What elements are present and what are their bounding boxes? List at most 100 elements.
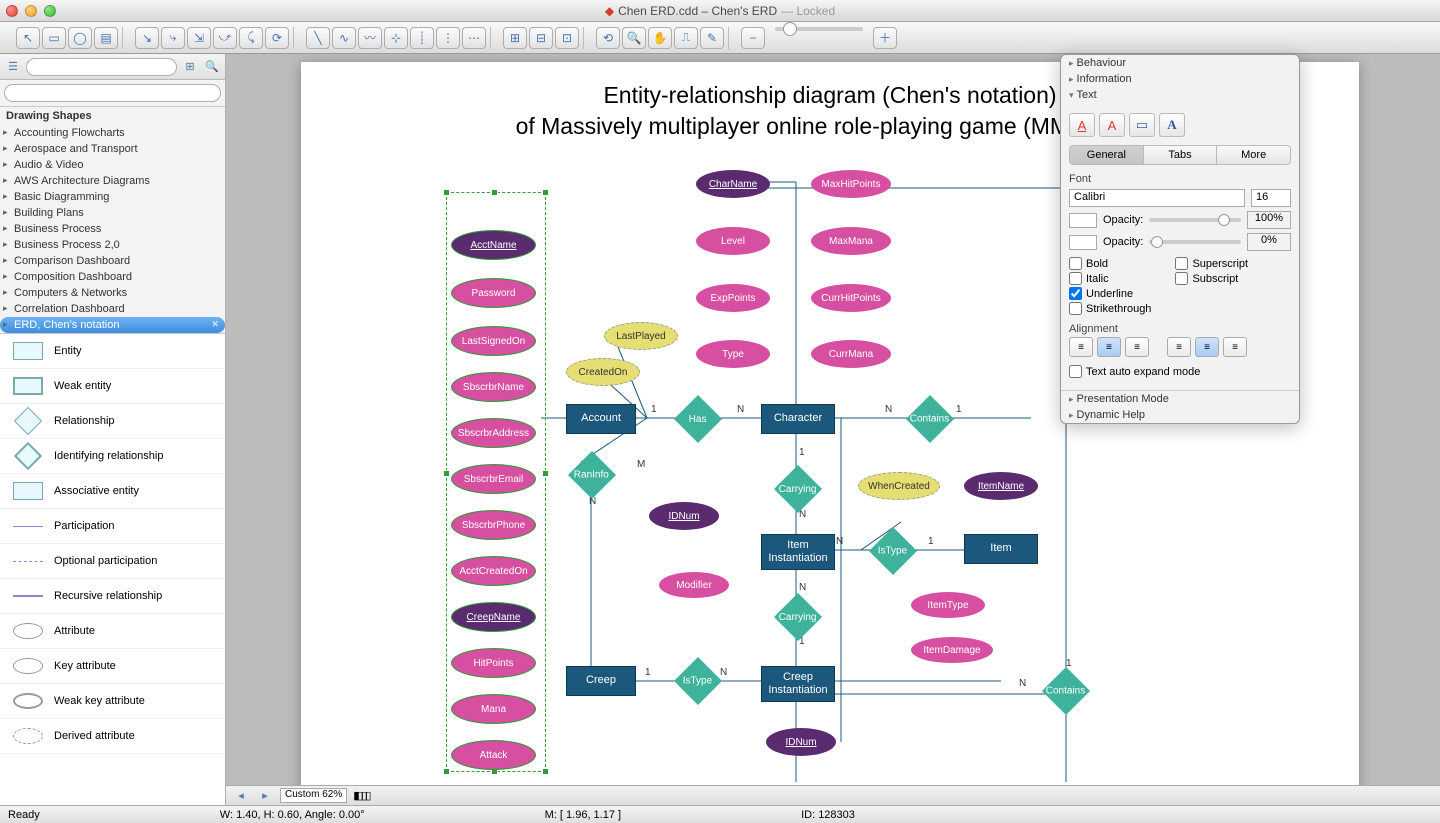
attr-creepname[interactable]: CreepName (451, 602, 536, 632)
rel-istype-1[interactable]: IsType (869, 527, 917, 575)
grid-view-icon[interactable]: ⊞ (181, 58, 199, 76)
attr-itemname[interactable]: ItemName (964, 472, 1038, 500)
rel-contains-2[interactable]: Contains (1042, 667, 1090, 715)
align-left[interactable]: ≡ (1069, 337, 1093, 357)
shape-weak-key-attribute[interactable]: Weak key attribute (0, 684, 225, 719)
inspector-panel[interactable]: Behaviour Information Text A A ▭ A Gener… (1060, 54, 1300, 424)
close-window-button[interactable] (6, 5, 18, 17)
shape-weak-entity[interactable]: Weak entity (0, 369, 225, 404)
attr-mana[interactable]: Mana (451, 694, 536, 724)
group-tool-3[interactable]: ⊡ (555, 27, 579, 49)
entity-item[interactable]: Item (964, 534, 1038, 564)
cat-composition[interactable]: Composition Dashboard (0, 269, 225, 285)
align-center[interactable]: ≡ (1097, 337, 1121, 357)
connector-tool-3[interactable]: ⇲ (187, 27, 211, 49)
sec-dynamic-help[interactable]: Dynamic Help (1061, 407, 1299, 423)
library-tree-icon[interactable]: ☰ (4, 58, 22, 76)
opacity-value-1[interactable]: 100% (1247, 211, 1291, 229)
entity-creep-instantiation[interactable]: Creep Instantiation (761, 666, 835, 702)
shape-recursive-relationship[interactable]: Recursive relationship (0, 579, 225, 614)
cat-accounting[interactable]: Accounting Flowcharts (0, 125, 225, 141)
rel-raninfo[interactable]: RanInfo (568, 451, 616, 499)
chk-strike[interactable]: Strikethrough (1069, 302, 1151, 315)
line-tool-7[interactable]: ⋯ (462, 27, 486, 49)
zoom-tool[interactable]: 🔍 (622, 27, 646, 49)
valign-bottom[interactable]: ≡ (1223, 337, 1247, 357)
rel-istype-2[interactable]: IsType (674, 657, 722, 705)
cat-bp2[interactable]: Business Process 2,0 (0, 237, 225, 253)
line-tool-3[interactable]: 〰 (358, 27, 382, 49)
attr-sbname[interactable]: SbscrbrName (451, 372, 536, 402)
tab-general[interactable]: General (1070, 146, 1144, 164)
attr-exppoints[interactable]: ExpPoints (696, 284, 770, 312)
tab-more[interactable]: More (1217, 146, 1290, 164)
cat-comparison[interactable]: Comparison Dashboard (0, 253, 225, 269)
shape-entity[interactable]: Entity (0, 334, 225, 369)
search-icon[interactable]: 🔍 (203, 58, 221, 76)
shape-participation[interactable]: Participation (0, 509, 225, 544)
attr-modifier[interactable]: Modifier (659, 572, 729, 598)
hand-tool[interactable]: ✋ (648, 27, 672, 49)
stamp-tool[interactable]: ⎍ (674, 27, 698, 49)
chk-auto-expand[interactable]: Text auto expand mode (1069, 365, 1291, 378)
chk-sub[interactable]: Subscript (1175, 272, 1248, 285)
attr-charname[interactable]: CharName (696, 170, 770, 198)
cat-computers[interactable]: Computers & Networks (0, 285, 225, 301)
text-font-tool[interactable]: A (1159, 113, 1185, 137)
chk-underline[interactable]: Underline (1069, 287, 1151, 300)
tab-tabs[interactable]: Tabs (1144, 146, 1218, 164)
attr-sbemail[interactable]: SbscrbrEmail (451, 464, 536, 494)
cat-aerospace[interactable]: Aerospace and Transport (0, 141, 225, 157)
attr-idnum2[interactable]: IDNum (766, 728, 836, 756)
cat-building[interactable]: Building Plans (0, 205, 225, 221)
attr-currhp[interactable]: CurrHitPoints (811, 284, 891, 312)
attr-sbphone[interactable]: SbscrbrPhone (451, 510, 536, 540)
color-swatch-1[interactable] (1069, 213, 1097, 228)
connector-tool-5[interactable]: ⤹ (239, 27, 263, 49)
rel-contains-1[interactable]: Contains (906, 395, 954, 443)
zoom-select[interactable]: Custom 62% (280, 788, 347, 803)
color-swatch-2[interactable] (1069, 235, 1097, 250)
entity-character[interactable]: Character (761, 404, 835, 434)
sec-behaviour[interactable]: Behaviour (1061, 55, 1299, 71)
attr-hitpoints[interactable]: HitPoints (451, 648, 536, 678)
entity-creep[interactable]: Creep (566, 666, 636, 696)
opacity-value-2[interactable]: 0% (1247, 233, 1291, 251)
entity-account[interactable]: Account (566, 404, 636, 434)
attr-itemdmg[interactable]: ItemDamage (911, 637, 993, 663)
attr-password[interactable]: Password (451, 278, 536, 308)
align-right[interactable]: ≡ (1125, 337, 1149, 357)
attr-idnum1[interactable]: IDNum (649, 502, 719, 530)
rel-carrying-2[interactable]: Carrying (774, 593, 822, 641)
zoom-window-button[interactable] (44, 5, 56, 17)
attr-type[interactable]: Type (696, 340, 770, 368)
sec-presentation[interactable]: Presentation Mode (1061, 391, 1299, 407)
cat-bp[interactable]: Business Process (0, 221, 225, 237)
opacity-slider-2[interactable] (1149, 240, 1241, 244)
cat-aws[interactable]: AWS Architecture Diagrams (0, 173, 225, 189)
font-family-select[interactable]: Calibri (1069, 189, 1245, 207)
shape-associative-entity[interactable]: Associative entity (0, 474, 225, 509)
shape-derived-attribute[interactable]: Derived attribute (0, 719, 225, 754)
zoom-slider[interactable] (775, 27, 863, 31)
shape-attribute[interactable]: Attribute (0, 614, 225, 649)
attr-acctname[interactable]: AcctName (451, 230, 536, 260)
attr-createdon[interactable]: CreatedOn (566, 358, 640, 386)
valign-top[interactable]: ≡ (1167, 337, 1191, 357)
sec-text[interactable]: Text (1061, 87, 1299, 103)
eyedropper-tool[interactable]: ✎ (700, 27, 724, 49)
line-tool-5[interactable]: ┊ (410, 27, 434, 49)
page-tab-prev[interactable]: ◂ (232, 787, 250, 805)
text-fill-tool[interactable]: A (1099, 113, 1125, 137)
opacity-slider-1[interactable] (1149, 218, 1241, 222)
refresh-tool[interactable]: ⟲ (596, 27, 620, 49)
shape-optional-participation[interactable]: Optional participation (0, 544, 225, 579)
attr-maxmana[interactable]: MaxMana (811, 227, 891, 255)
connector-tool-1[interactable]: ↘ (135, 27, 159, 49)
zoom-out-button[interactable]: − (741, 27, 765, 49)
text-underline-tool[interactable]: A (1069, 113, 1095, 137)
connector-tool-2[interactable]: ⤷ (161, 27, 185, 49)
connector-tool-6[interactable]: ⟳ (265, 27, 289, 49)
attr-maxhp[interactable]: MaxHitPoints (811, 170, 891, 198)
cat-basic[interactable]: Basic Diagramming (0, 189, 225, 205)
